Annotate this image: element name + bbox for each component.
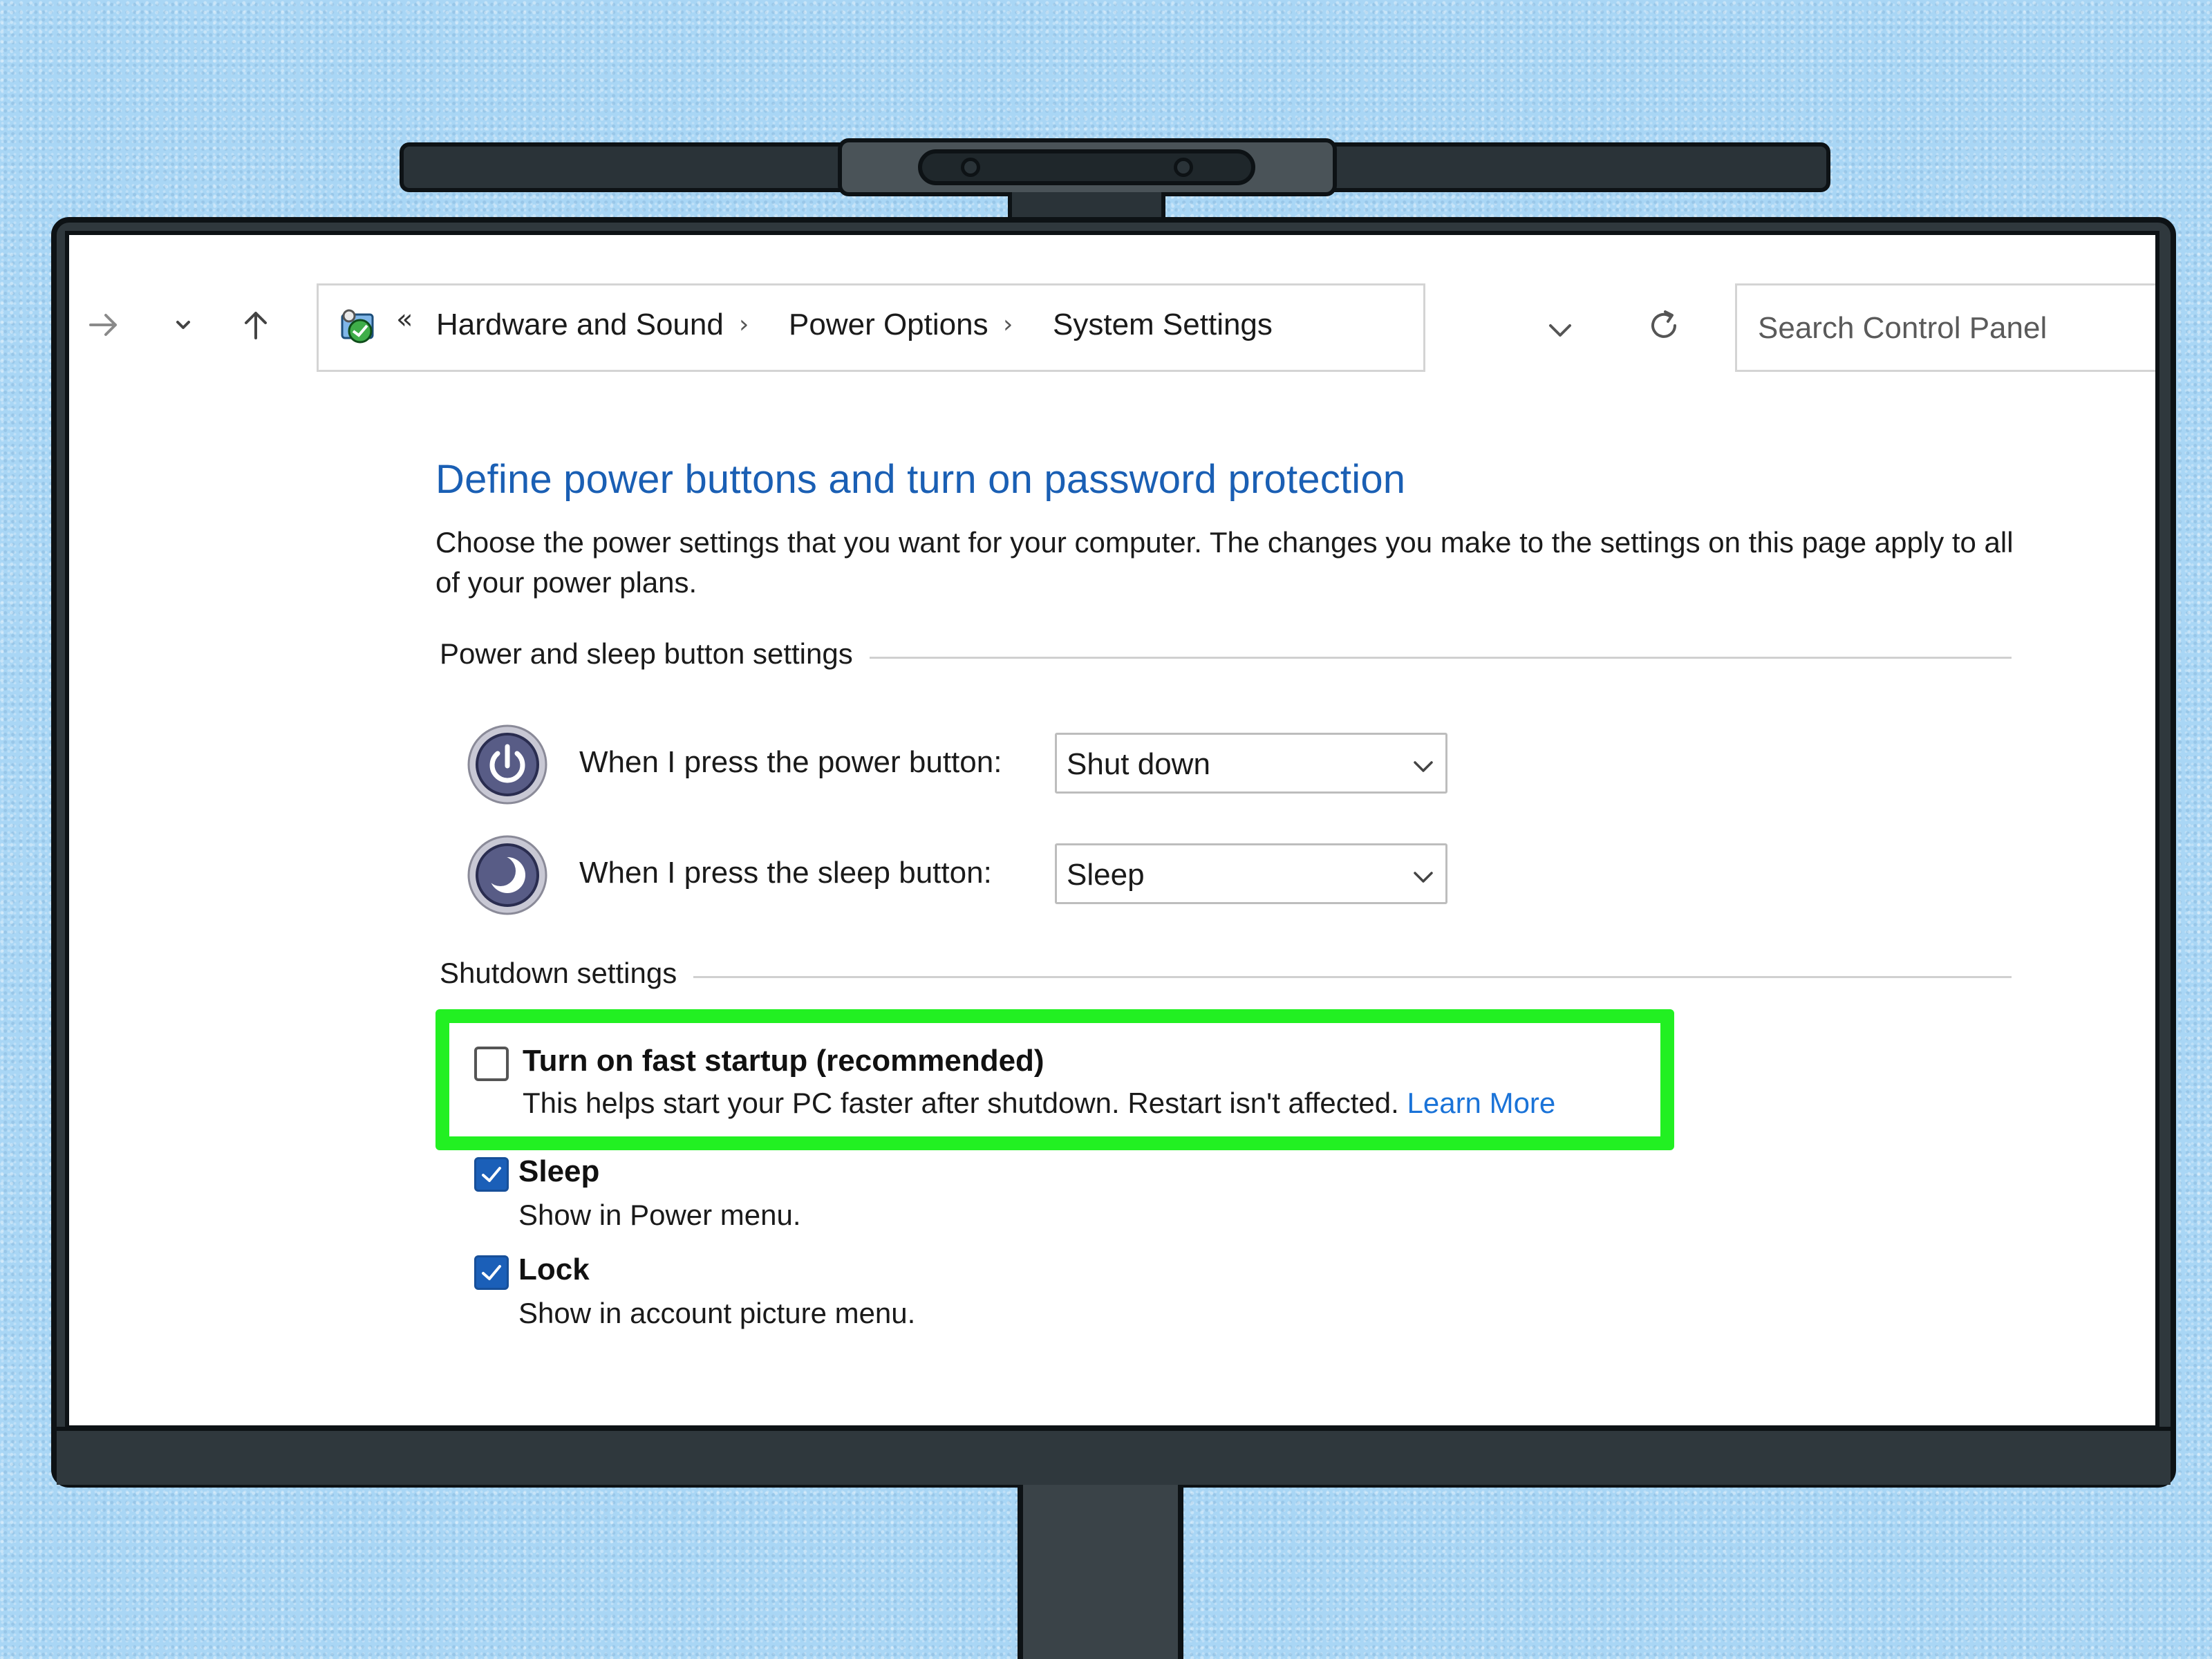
- page-description: Choose the power settings that you want …: [435, 526, 2014, 599]
- refresh-icon[interactable]: [1643, 305, 1685, 346]
- fast-startup-title: Turn on fast startup (recommended): [523, 1044, 1044, 1078]
- sleep-button-label: When I press the sleep button:: [579, 856, 992, 890]
- recent-locations-button[interactable]: [166, 304, 200, 346]
- lock-option-description: Show in account picture menu.: [518, 1297, 916, 1329]
- sleep-option-description: Show in Power menu.: [518, 1199, 801, 1231]
- sleep-button-select[interactable]: Sleep: [1055, 843, 1447, 904]
- address-overflow-chevron[interactable]: «: [396, 303, 413, 335]
- shutdown-section-header: Shutdown settings: [440, 957, 694, 990]
- breadcrumb-separator[interactable]: ›: [1003, 310, 1013, 339]
- power-sleep-section-header: Power and sleep button settings: [440, 637, 870, 671]
- power-button-select[interactable]: Shut down: [1055, 733, 1447, 794]
- checkmark-icon: [482, 1265, 501, 1280]
- address-history-chevron-icon[interactable]: [1542, 312, 1578, 348]
- search-input[interactable]: [1758, 306, 2145, 350]
- sleep-option-title: Sleep: [518, 1154, 600, 1188]
- lock-checkbox[interactable]: [474, 1255, 509, 1290]
- arrow-up-icon: [245, 312, 267, 339]
- chevron-down-icon: [1414, 761, 1433, 772]
- sleep-checkbox[interactable]: [474, 1157, 509, 1192]
- fast-startup-checkbox[interactable]: [474, 1047, 509, 1081]
- up-button[interactable]: [235, 304, 276, 346]
- search-box[interactable]: [1735, 283, 2155, 372]
- checkmark-icon: [482, 1167, 501, 1182]
- breadcrumb-system-settings[interactable]: System Settings: [1053, 308, 1273, 342]
- page-title: Define power buttons and turn on passwor…: [435, 457, 1406, 502]
- sleep-button-icon: [467, 835, 547, 915]
- monitor-stand: [1018, 1485, 1183, 1659]
- address-bar[interactable]: « Hardware and Sound › Power Options › S…: [317, 283, 1676, 372]
- chevron-down-icon: [1414, 872, 1433, 883]
- webcam-lens-left: [961, 158, 980, 177]
- sleep-button-select-value: Sleep: [1067, 858, 1145, 892]
- breadcrumb-separator[interactable]: ›: [739, 310, 749, 339]
- fast-startup-highlight: [435, 1009, 1674, 1150]
- forward-button[interactable]: [83, 304, 124, 346]
- power-button-select-value: Shut down: [1067, 747, 1210, 781]
- webcam-lens-right: [1174, 158, 1193, 177]
- breadcrumb-hardware-and-sound[interactable]: Hardware and Sound: [436, 308, 724, 342]
- power-button-icon: [467, 724, 547, 805]
- control-panel-window: « Hardware and Sound › Power Options › S…: [65, 231, 2159, 1430]
- control-panel-icon: [341, 309, 374, 344]
- lock-option-title: Lock: [518, 1253, 590, 1286]
- chevron-down-icon: [176, 321, 190, 329]
- breadcrumb-power-options[interactable]: Power Options: [789, 308, 988, 342]
- fast-startup-desc-text: This helps start your PC faster after sh…: [523, 1087, 1399, 1119]
- power-button-label: When I press the power button:: [579, 745, 1002, 779]
- fast-startup-description: This helps start your PC faster after sh…: [523, 1087, 1555, 1120]
- arrow-right-icon: [89, 314, 117, 336]
- monitor-bezel-bottom: [57, 1427, 2171, 1485]
- learn-more-link[interactable]: Learn More: [1407, 1087, 1556, 1119]
